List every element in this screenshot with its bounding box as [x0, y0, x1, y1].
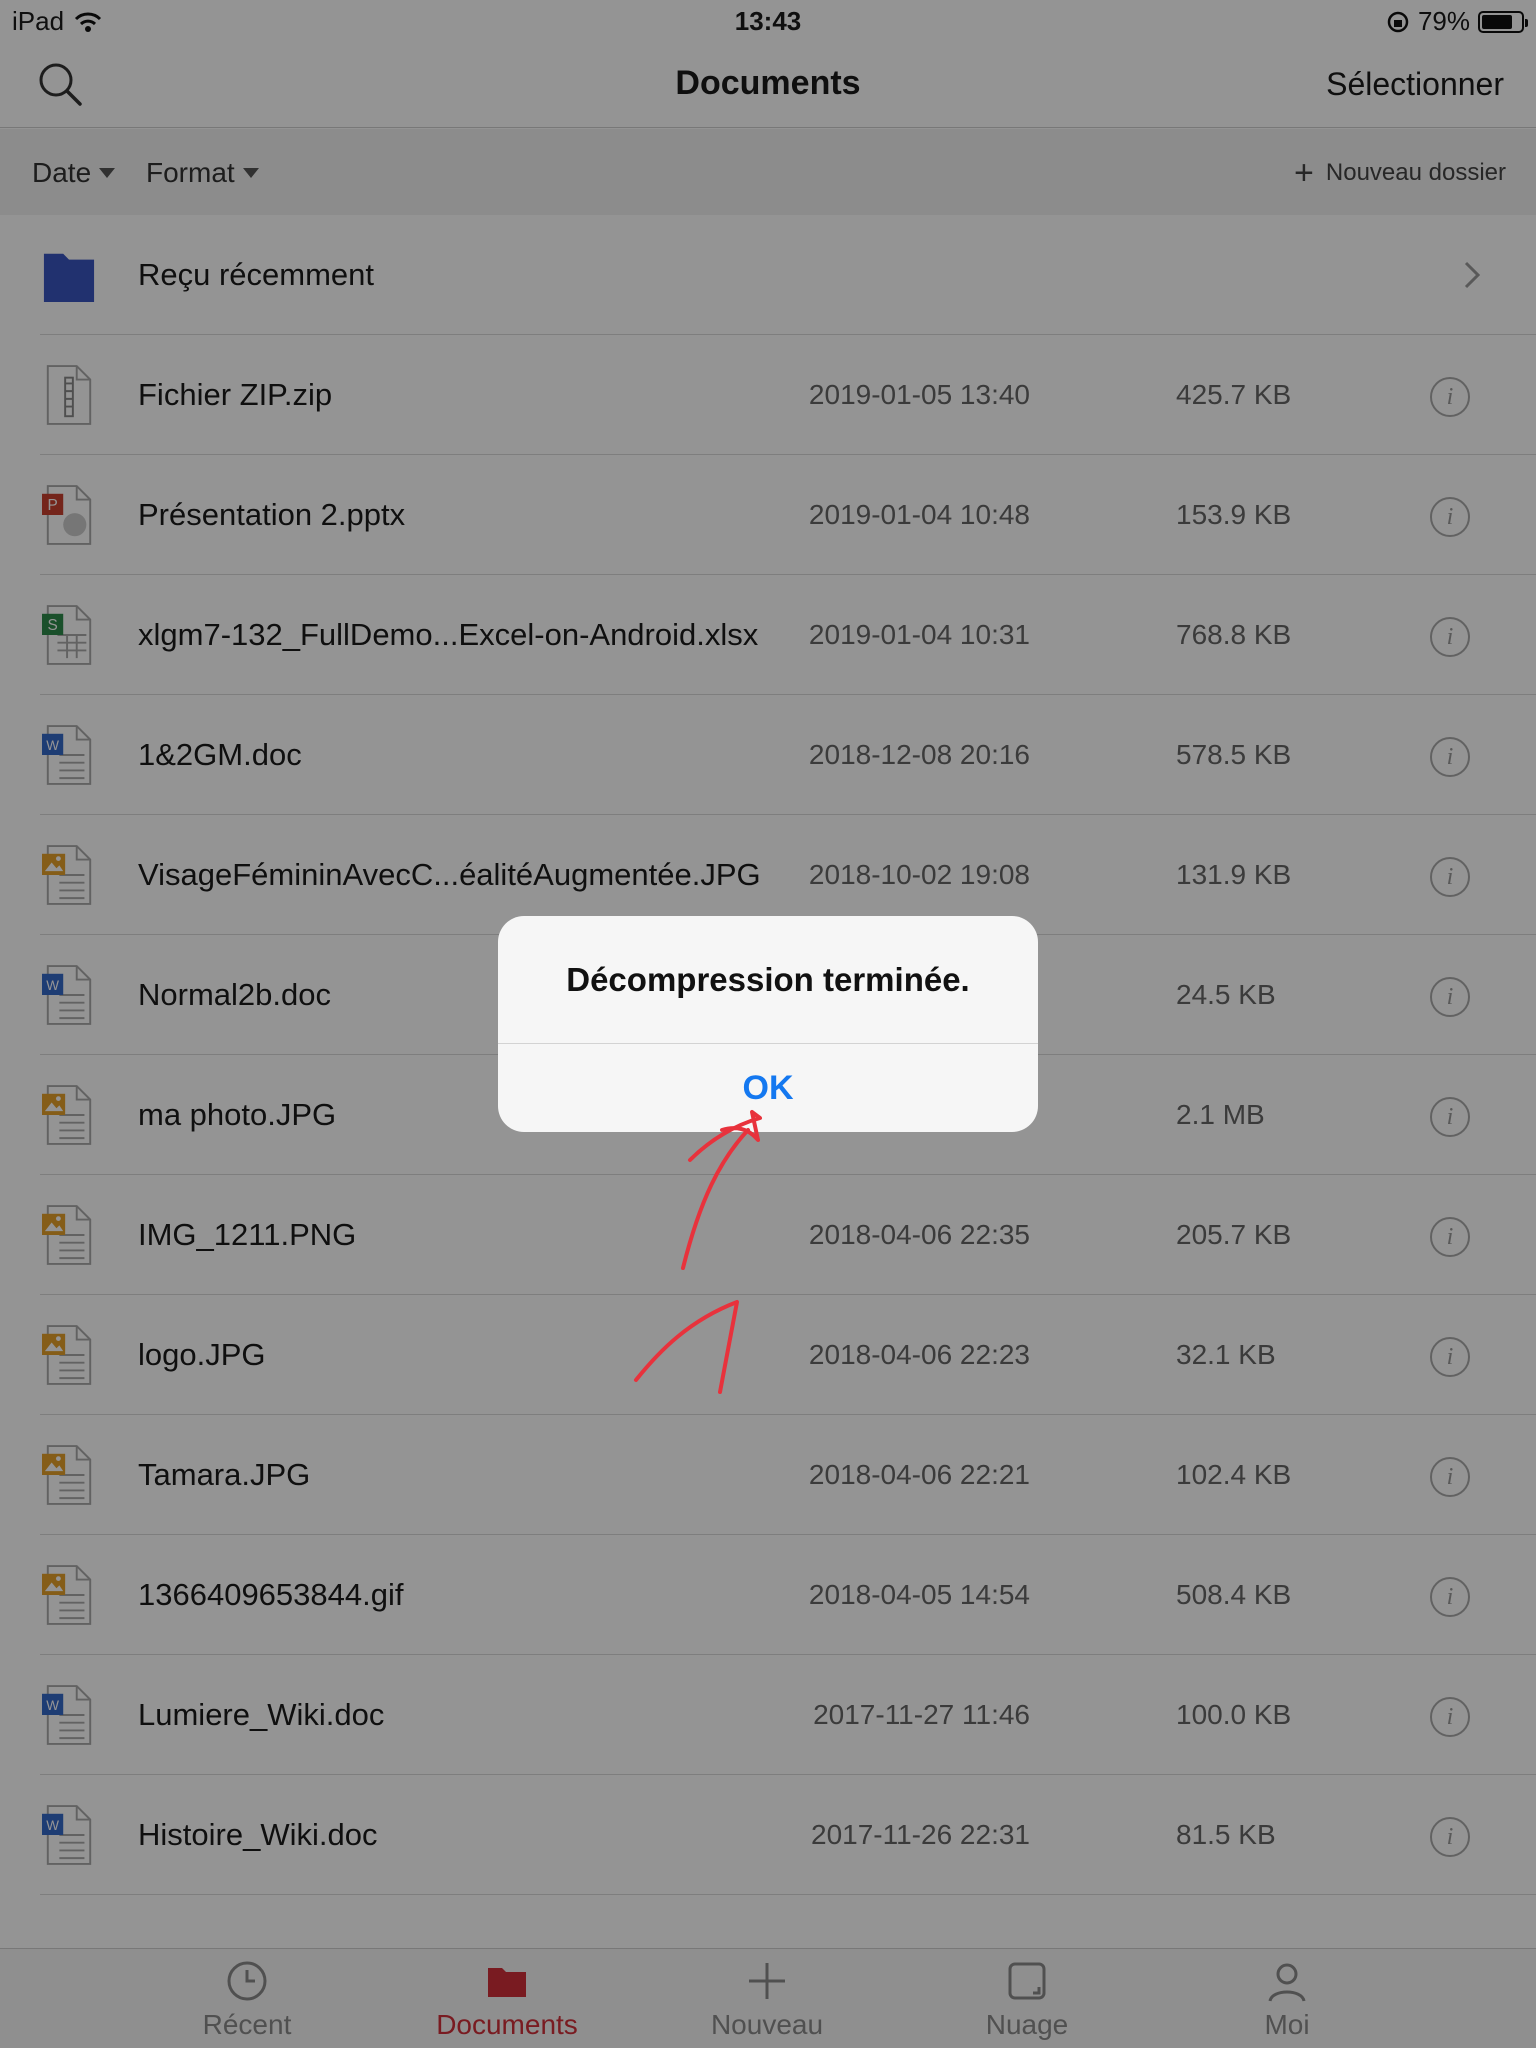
dialog-message: Décompression terminée. — [498, 916, 1038, 1044]
ok-button[interactable]: OK — [498, 1044, 1038, 1132]
alert-dialog: Décompression terminée. OK — [498, 916, 1038, 1132]
